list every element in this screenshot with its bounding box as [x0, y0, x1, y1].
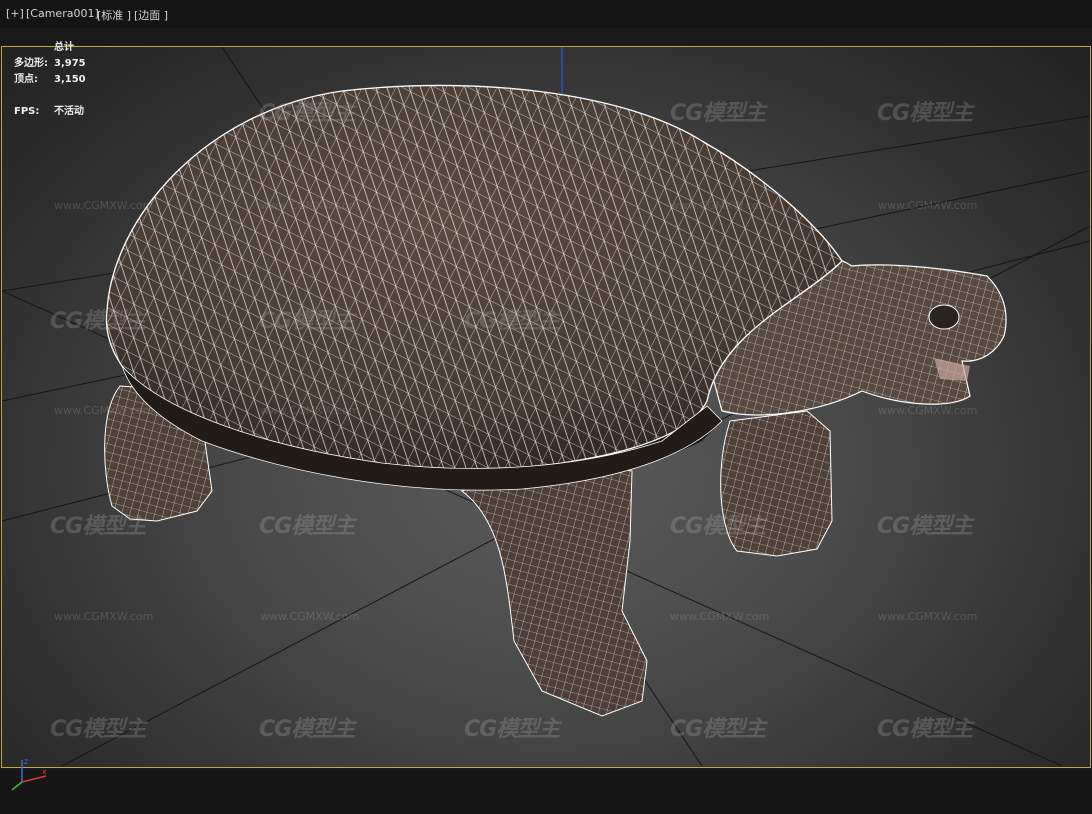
- svg-text:x: x: [42, 767, 47, 776]
- 3d-viewport[interactable]: CG模型主 CG模型主 CG模型主 www.CGMXW.com www.CGMX…: [1, 46, 1091, 768]
- polygons-value: 3,975: [54, 58, 86, 69]
- watermark-url: www.CGMXW.com: [260, 404, 360, 417]
- stats-header: 总计: [54, 42, 74, 53]
- watermark-url: www.CGMXW.com: [54, 610, 154, 623]
- watermark-logo: CG模型主: [670, 101, 766, 126]
- watermark-logo: CG模型主: [464, 309, 560, 334]
- watermark-logo: CG模型主: [259, 514, 355, 539]
- vertices-label: 顶点:: [14, 74, 38, 85]
- watermark-url: www.CGMXW.com: [670, 610, 770, 623]
- watermark-url: www.CGMXW.com: [260, 610, 360, 623]
- watermark-logo: CG模型主: [877, 717, 973, 742]
- vertices-value: 3,150: [54, 74, 86, 85]
- turtle-model: [104, 84, 1007, 717]
- watermark-url: www.CGMXW.com: [878, 199, 978, 212]
- watermark-url: www.CGMXW.com: [670, 199, 770, 212]
- watermark-logo: CG模型主: [877, 514, 973, 539]
- watermark-logo: CG模型主: [259, 717, 355, 742]
- watermark-logo: CG模型主: [670, 514, 766, 539]
- watermark-url: www.CGMXW.com: [54, 199, 154, 212]
- watermark-logo: CG模型主: [877, 101, 973, 126]
- watermark-logo: CG模型主: [259, 309, 355, 334]
- viewport-plus-menu[interactable]: [+]: [6, 7, 24, 20]
- svg-text:z: z: [24, 757, 28, 766]
- watermark-logo: CG模型主: [50, 717, 146, 742]
- viewport-bottom-strip: [0, 769, 1092, 814]
- fps-value: 不活动: [54, 106, 84, 117]
- watermark-logo: CG模型主: [259, 101, 355, 126]
- fps-label: FPS:: [14, 106, 40, 117]
- watermark-url: www.CGMXW.com: [878, 610, 978, 623]
- watermark-logo: CG模型主: [50, 309, 146, 334]
- axis-gizmo-icon: x z: [11, 757, 47, 791]
- watermark-logo: CG模型主: [670, 717, 766, 742]
- polygons-label: 多边形:: [14, 58, 48, 69]
- app-window: [+] [Camera001] [标准 ] [边面 ] CG模型主 CG模型主 …: [0, 0, 1092, 814]
- viewport-display-menu[interactable]: [边面 ]: [134, 7, 168, 23]
- watermark-url: www.CGMXW.com: [878, 404, 978, 417]
- watermark-url: www.CGMXW.com: [54, 404, 154, 417]
- watermark-url: www.CGMXW.com: [260, 199, 360, 212]
- viewport-shading-menu[interactable]: [标准 ]: [97, 7, 131, 23]
- watermark-logo: CG模型主: [464, 717, 560, 742]
- viewport-label-bar: [+] [Camera001] [标准 ] [边面 ]: [0, 0, 1092, 28]
- viewport-camera-menu[interactable]: [Camera001]: [26, 7, 99, 20]
- watermark-logo: CG模型主: [50, 514, 146, 539]
